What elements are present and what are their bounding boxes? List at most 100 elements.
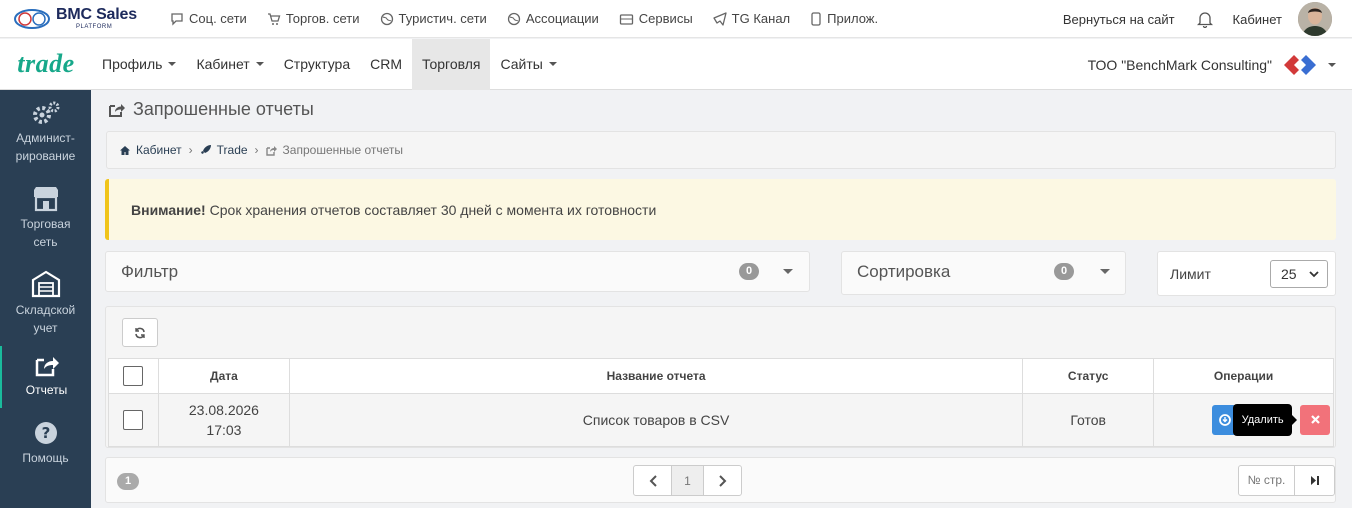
- help-icon: ?: [34, 422, 57, 444]
- filter-panel[interactable]: Фильтр 0: [105, 251, 810, 292]
- page-number-current[interactable]: 1: [671, 466, 704, 495]
- top-bar: BMC Sales PLATFORM Соц. сети Торгов. сет…: [0, 0, 1352, 38]
- telegram-icon: [713, 11, 727, 26]
- avatar[interactable]: [1298, 2, 1332, 36]
- logo-text: BMC Sales: [56, 6, 137, 23]
- chevron-down-icon: [1309, 271, 1319, 278]
- breadcrumb-separator: ›: [254, 143, 259, 157]
- reports-table: Дата Название отчета Статус Операции 23.…: [108, 358, 1334, 447]
- company-name: ТОО "BenchMark Consulting": [1087, 56, 1272, 73]
- go-to-page-button[interactable]: [1295, 466, 1334, 495]
- topnav-retail[interactable]: Торгов. сети: [267, 11, 360, 26]
- chevron-right-icon: [718, 474, 726, 487]
- caret-down-icon: [255, 62, 264, 66]
- bell-icon[interactable]: [1196, 11, 1213, 28]
- sidebar-item-help[interactable]: ? Помощь: [0, 420, 91, 467]
- breadcrumb-trade[interactable]: Trade: [200, 143, 248, 157]
- topnav-services[interactable]: Сервисы: [619, 11, 693, 26]
- limit-panel: Лимит 25: [1157, 251, 1336, 296]
- table-row: 23.08.2026 17:03 Список товаров в CSV Го…: [108, 393, 1334, 447]
- menu-label: Кабинет: [196, 56, 250, 72]
- topnav-associations[interactable]: Ассоциации: [507, 11, 599, 26]
- topnav-label: TG Канал: [731, 11, 791, 26]
- logo-subtitle: PLATFORM: [76, 24, 113, 30]
- menu-label: Профиль: [102, 56, 163, 72]
- topnav-label: Туристич. сети: [398, 11, 487, 26]
- topnav-tourism[interactable]: Туристич. сети: [380, 11, 487, 26]
- next-page-button[interactable]: [704, 466, 741, 495]
- row-status: Готов: [1022, 393, 1155, 447]
- company-selector[interactable]: ТОО "BenchMark Consulting": [1088, 39, 1336, 90]
- menu-profile[interactable]: Профиль: [92, 39, 186, 90]
- close-icon: [1310, 415, 1320, 424]
- col-ops: Операции: [1153, 358, 1334, 394]
- row-checkbox[interactable]: [123, 410, 144, 430]
- home-icon: [120, 145, 130, 155]
- menu-trade[interactable]: Торговля: [412, 38, 491, 90]
- select-all-checkbox[interactable]: [123, 366, 144, 386]
- sidebar-item-admin[interactable]: Админист- рирование: [0, 100, 91, 165]
- breadcrumb-label: Кабинет: [136, 143, 182, 157]
- limit-value: 25: [1281, 266, 1297, 282]
- sort-panel[interactable]: Сортировка 0: [841, 251, 1126, 295]
- sidebar-label: Торговая: [20, 217, 71, 231]
- col-status[interactable]: Статус: [1022, 358, 1155, 394]
- page-title: Запрошенные отчеты: [108, 99, 314, 120]
- breadcrumb: Кабинет › Trade › Запрошенные отчеты: [106, 131, 1336, 169]
- caret-down-icon[interactable]: [783, 269, 793, 274]
- sidebar-label: рирование: [15, 149, 76, 163]
- caret-down-icon: [548, 62, 557, 66]
- breadcrumb-separator: ›: [188, 143, 193, 157]
- topnav-apps[interactable]: Прилож.: [810, 11, 878, 26]
- bmc-logo[interactable]: BMC Sales PLATFORM: [14, 7, 168, 30]
- refresh-icon: [135, 327, 145, 338]
- menu-label: Сайты: [500, 56, 543, 72]
- rocket-icon: [200, 145, 211, 155]
- refresh-button[interactable]: [122, 318, 158, 347]
- limit-select[interactable]: 25: [1270, 260, 1328, 288]
- chevron-left-icon: [649, 474, 657, 487]
- sidebar-label: Отчеты: [25, 383, 68, 397]
- caret-down-icon[interactable]: [1100, 269, 1110, 274]
- delete-button[interactable]: [1300, 405, 1331, 435]
- back-to-site-link[interactable]: Вернуться на сайт: [1063, 12, 1175, 27]
- share-icon: [109, 103, 125, 117]
- caret-down-icon: [168, 62, 177, 66]
- topnav-label: Прилож.: [827, 11, 879, 26]
- bmc-badge-icon: [14, 8, 50, 29]
- globe-icon: [380, 12, 393, 25]
- topnav-label: Сервисы: [638, 11, 693, 26]
- filter-count-badge: 0: [739, 263, 759, 280]
- menu-structure[interactable]: Структура: [274, 39, 360, 90]
- topnav-telegram[interactable]: TG Канал: [713, 11, 790, 26]
- topnav-label: Соц. сети: [189, 11, 247, 26]
- menu-sites[interactable]: Сайты: [490, 39, 566, 90]
- prev-page-button[interactable]: [634, 466, 671, 495]
- trade-brand[interactable]: trade: [0, 49, 92, 79]
- menu-cabinet[interactable]: Кабинет: [186, 39, 273, 90]
- topnav-label: Торгов. сети: [285, 11, 360, 26]
- menu-crm[interactable]: CRM: [360, 39, 412, 90]
- breadcrumb-label: Запрошенные отчеты: [282, 143, 404, 157]
- share-icon: [265, 145, 277, 156]
- page-number-input[interactable]: № стр.: [1239, 466, 1295, 495]
- col-name[interactable]: Название отчета: [288, 358, 1024, 394]
- warning-alert: Внимание! Срок хранения отчетов составля…: [105, 179, 1336, 240]
- sidebar-label: Складской: [15, 303, 76, 317]
- breadcrumb-cabinet[interactable]: Кабинет: [119, 143, 182, 157]
- store-icon: [33, 187, 58, 212]
- warehouse-icon: [31, 270, 60, 298]
- sidebar-item-warehouse[interactable]: Складской учет: [0, 270, 91, 337]
- step-forward-icon: [1310, 476, 1319, 485]
- page-count-badge: 1: [117, 473, 139, 490]
- sidebar-item-retail[interactable]: Торговая сеть: [0, 186, 91, 251]
- sidebar-item-reports[interactable]: Отчеты: [0, 346, 91, 408]
- topnav-social[interactable]: Соц. сети: [170, 11, 247, 26]
- share-icon: [35, 357, 59, 377]
- delete-tooltip: Удалить: [1233, 404, 1298, 436]
- cabinet-link[interactable]: Кабинет: [1233, 12, 1282, 27]
- row-date-time: 17:03: [206, 422, 242, 438]
- sidebar-label: учет: [33, 321, 58, 335]
- col-date[interactable]: Дата: [157, 358, 290, 394]
- limit-label: Лимит: [1170, 266, 1211, 282]
